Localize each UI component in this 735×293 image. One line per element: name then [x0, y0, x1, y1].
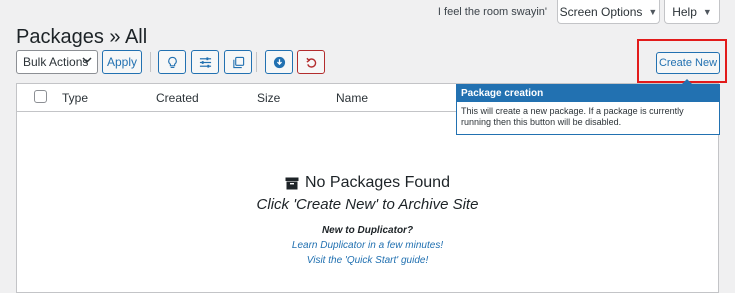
- tips-button[interactable]: [158, 50, 186, 74]
- archive-icon: [285, 177, 299, 189]
- undo-icon: [305, 57, 316, 68]
- quick-start-link[interactable]: Visit the 'Quick Start' guide!: [17, 255, 718, 266]
- empty-state-title-text: No Packages Found: [305, 174, 450, 191]
- page-title: Packages » All: [16, 26, 148, 49]
- learn-link[interactable]: Learn Duplicator in a few minutes!: [17, 240, 718, 251]
- select-all-checkbox[interactable]: [34, 90, 47, 103]
- apply-button[interactable]: Apply: [102, 50, 142, 74]
- sliders-icon: [199, 56, 211, 68]
- empty-state-subtitle: Click 'Create New' to Archive Site: [256, 196, 479, 213]
- column-created: Created: [156, 91, 199, 105]
- tooltip-title: Package creation: [457, 85, 719, 102]
- recovery-button[interactable]: [297, 50, 325, 74]
- help-label: Help: [672, 4, 697, 19]
- bulk-actions-select[interactable]: Bulk Actions: [16, 50, 98, 74]
- toolbar-divider: [256, 52, 257, 72]
- copy-icon: [232, 56, 244, 68]
- caret-down-icon: ▼: [702, 6, 712, 17]
- column-size: Size: [257, 91, 281, 105]
- tagline: I feel the room swayin': [437, 6, 547, 18]
- screen-options-label: Screen Options: [559, 4, 643, 19]
- help-button[interactable]: Help ▼: [664, 0, 720, 24]
- column-name: Name: [336, 91, 369, 105]
- toolbar-divider: [150, 52, 151, 72]
- bulk-actions-value: Bulk Actions: [23, 55, 89, 69]
- caret-down-icon: ▼: [648, 6, 658, 17]
- chevron-down-icon: [82, 55, 92, 68]
- package-creation-tooltip: Package creation This will create a new …: [456, 79, 720, 135]
- tooltip-arrow: [681, 79, 693, 85]
- empty-state-title: No Packages Found: [17, 174, 718, 192]
- empty-state: No Packages Found Click 'Create New' to …: [17, 174, 718, 266]
- create-new-button[interactable]: Create New: [656, 52, 720, 74]
- tooltip-body: This will create a new package. If a pac…: [461, 106, 684, 127]
- lightbulb-icon: [167, 56, 177, 68]
- create-new-highlight: Create New: [637, 39, 727, 83]
- settings-button[interactable]: [191, 50, 219, 74]
- download-circle-icon: [273, 56, 285, 68]
- new-to-heading: New to Duplicator?: [321, 225, 414, 236]
- templates-button[interactable]: [224, 50, 252, 74]
- screen-options-button[interactable]: Screen Options ▼: [557, 0, 660, 24]
- column-type: Type: [62, 91, 89, 105]
- import-button[interactable]: [265, 50, 293, 74]
